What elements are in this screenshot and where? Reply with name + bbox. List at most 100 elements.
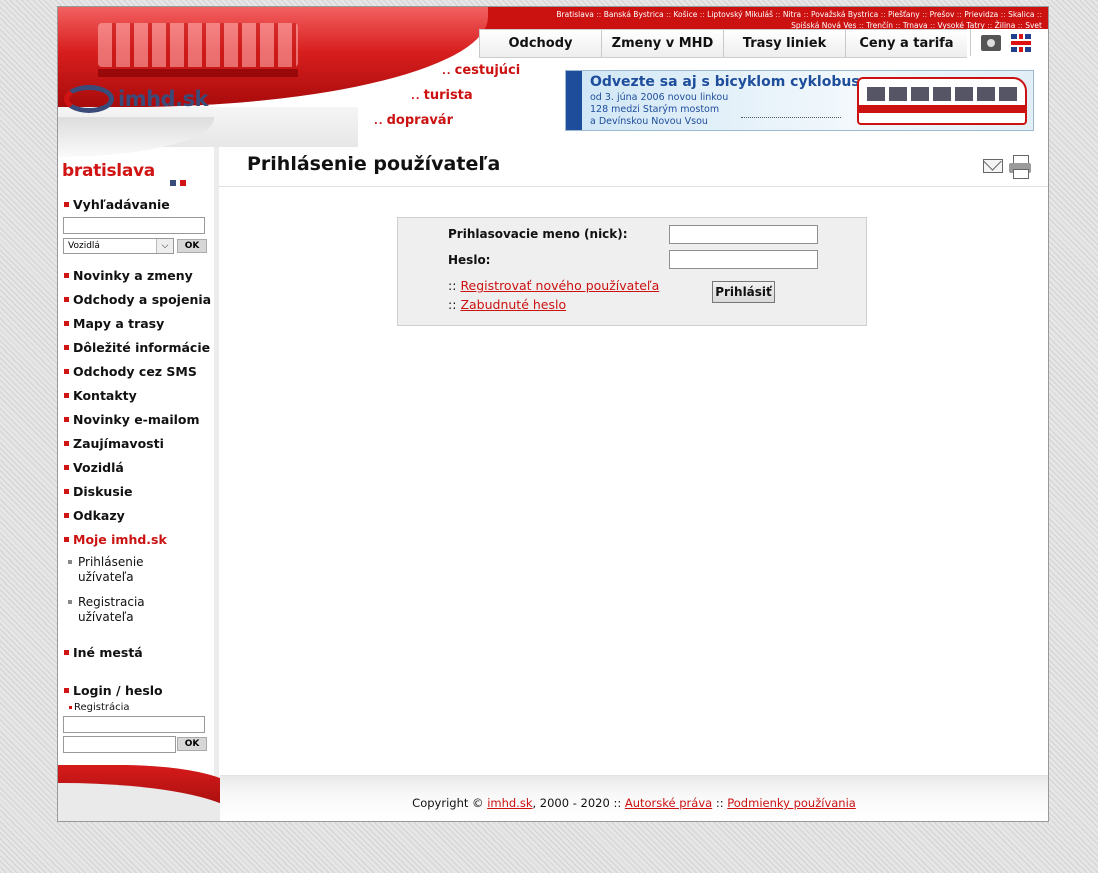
nav-zmeny[interactable]: Zmeny v MHD [601, 30, 723, 57]
page-title: Prihlásenie používateľa [247, 153, 501, 175]
nav-icons [970, 29, 1048, 56]
city-separator: :: [878, 10, 889, 19]
search-type-select[interactable]: Vozidlá ⌵ [63, 238, 174, 254]
audience-dopravar[interactable]: .. dopravár [374, 113, 453, 128]
city-separator: :: [593, 10, 604, 19]
search-input[interactable] [63, 217, 205, 234]
sidebar-item-informacie[interactable]: Dôležité informácie [64, 340, 210, 355]
audience-label: dopravár [386, 113, 453, 128]
camera-icon[interactable] [981, 34, 1001, 51]
footer-terms-link[interactable]: Podmienky používania [727, 796, 856, 810]
city-separator: :: [927, 21, 938, 30]
city-links-row-2: Spišská Nová Ves :: Trenčín :: Trnava ::… [482, 20, 1042, 31]
print-icon[interactable] [1009, 155, 1031, 179]
city-separator: :: [893, 21, 903, 30]
sidebar-bottom-swoosh [58, 765, 241, 821]
chevron-down-icon: ⌵ [156, 239, 173, 253]
register-link[interactable]: Registrácia [69, 700, 194, 715]
city-separator: :: [663, 10, 674, 19]
sidebar-sub-prihlasenie[interactable]: Prihlásenie užívateľa [68, 555, 198, 585]
nick-label: Prihlasovacie meno (nick): [448, 227, 628, 241]
sidebar-swoosh [58, 117, 214, 157]
search-ok-button[interactable]: OK [177, 239, 207, 253]
city-link[interactable]: Spišská Nová Ves [791, 21, 856, 30]
sidebar-item-kontakty[interactable]: Kontakty [64, 388, 137, 403]
bus-graphic [857, 77, 1027, 125]
nav-odchody[interactable]: Odchody [479, 30, 601, 57]
sidebar-item-diskusie[interactable]: Diskusie [64, 484, 133, 499]
logo-mark-icon [64, 85, 114, 113]
nav-trasy[interactable]: Trasy liniek [723, 30, 845, 57]
sidebar-sub-registracia[interactable]: Registracia užívateľa [68, 595, 198, 625]
sidebar-item-vozidla[interactable]: Vozidlá [64, 460, 124, 475]
city-link[interactable]: Prešov [930, 10, 955, 19]
logo-text: imhd.sk [118, 87, 209, 111]
register-row: :: Registrovať nového používateľa [448, 278, 660, 293]
city-link[interactable]: Nitra [783, 10, 801, 19]
banner-title: Odvezte sa aj s bicyklom cyklobusom [590, 74, 884, 90]
sidebar-item-odkazy[interactable]: Odkazy [64, 508, 125, 523]
sidebar-item-mapy[interactable]: Mapy a trasy [64, 316, 164, 331]
city-link[interactable]: Trnava [903, 21, 928, 30]
city-link[interactable]: Liptovský Mikuláš [707, 10, 773, 19]
nick-input[interactable] [669, 225, 818, 244]
tram-underframe [98, 69, 298, 77]
city-link[interactable]: Bratislava [556, 10, 593, 19]
city-link[interactable]: Svet [1025, 21, 1042, 30]
bicycles-graphic [741, 99, 841, 118]
forgot-row: :: Zabudnuté heslo [448, 297, 567, 312]
site-logo[interactable]: imhd.sk [64, 85, 209, 113]
sidebar-item-zaujimavosti[interactable]: Zaujímavosti [64, 436, 164, 451]
city-separator: :: [1034, 10, 1042, 19]
register-new-user-link[interactable]: Registrovať nového používateľa [460, 278, 659, 293]
nav-ceny[interactable]: Ceny a tarifa [845, 30, 967, 57]
city-link[interactable]: Považská Bystrica [811, 10, 878, 19]
city-link[interactable]: Žilina [995, 21, 1016, 30]
banner-line: od 3. júna 2006 novou linkou [590, 92, 729, 103]
footer-authors-link[interactable]: Autorské práva [625, 796, 712, 810]
sidebar-item-novinky[interactable]: Novinky a zmeny [64, 268, 193, 283]
city-link[interactable]: Prievidza [964, 10, 998, 19]
city-link[interactable]: Vysoké Tatry [937, 21, 984, 30]
city-link[interactable]: Piešťany [888, 10, 920, 19]
city-link[interactable]: Košice [673, 10, 697, 19]
sidebar-item-sms[interactable]: Odchody cez SMS [64, 364, 197, 379]
title-divider [219, 186, 1048, 187]
login-ok-button[interactable]: OK [177, 737, 207, 751]
city-squares [170, 171, 190, 190]
audience-label: turista [423, 88, 473, 103]
cyklobus-banner[interactable]: Odvezte sa aj s bicyklom cyklobusom od 3… [565, 70, 1034, 131]
sidebar-item-email[interactable]: Novinky e-mailom [64, 412, 200, 427]
city-link[interactable]: Trenčín [866, 21, 893, 30]
password-field[interactable] [669, 250, 818, 269]
city-separator: :: [856, 21, 867, 30]
uk-flag-icon[interactable] [1011, 33, 1031, 52]
banner-line: 128 medzi Starým mostom [590, 104, 720, 115]
page-frame: Bratislava :: Banská Bystrica :: Košice … [57, 6, 1049, 822]
audience-turista[interactable]: .. turista [411, 88, 473, 103]
footer-site-link[interactable]: imhd.sk [487, 796, 532, 810]
login-submit-button[interactable]: Prihlásiť [712, 281, 775, 303]
city-link[interactable]: Banská Bystrica [604, 10, 664, 19]
sidebar-item-odchody[interactable]: Odchody a spojenia [64, 292, 211, 307]
sidebar-item-ine-mesta[interactable]: Iné mestá [64, 645, 143, 660]
main-nav: Odchody Zmeny v MHD Trasy liniek Ceny a … [479, 29, 967, 58]
footer-text: Copyright © imhd.sk, 2000 - 2020 :: Auto… [412, 796, 856, 810]
city-separator: :: [919, 10, 930, 19]
forgot-password-link[interactable]: Zabudnuté heslo [460, 297, 566, 312]
login-input[interactable] [63, 716, 205, 733]
city-links: Bratislava :: Banská Bystrica :: Košice … [482, 9, 1042, 31]
sidebar-item-moje[interactable]: Moje imhd.sk [64, 532, 167, 547]
password-input[interactable] [63, 736, 176, 753]
city-link[interactable]: Skalica [1008, 10, 1034, 19]
banner-text: od 3. júna 2006 novou linkou 128 medzi S… [590, 92, 740, 128]
dots-icon: .. [411, 91, 421, 102]
city-separator: :: [998, 10, 1009, 19]
audience-cestujuci[interactable]: .. cestujúci [442, 63, 520, 78]
login-heading: Login / heslo [64, 683, 163, 698]
banner-badge [566, 71, 582, 130]
city-separator: :: [801, 10, 811, 19]
mail-icon[interactable] [983, 159, 1003, 173]
select-value: Vozidlá [68, 241, 100, 251]
tram-graphic [98, 23, 298, 67]
